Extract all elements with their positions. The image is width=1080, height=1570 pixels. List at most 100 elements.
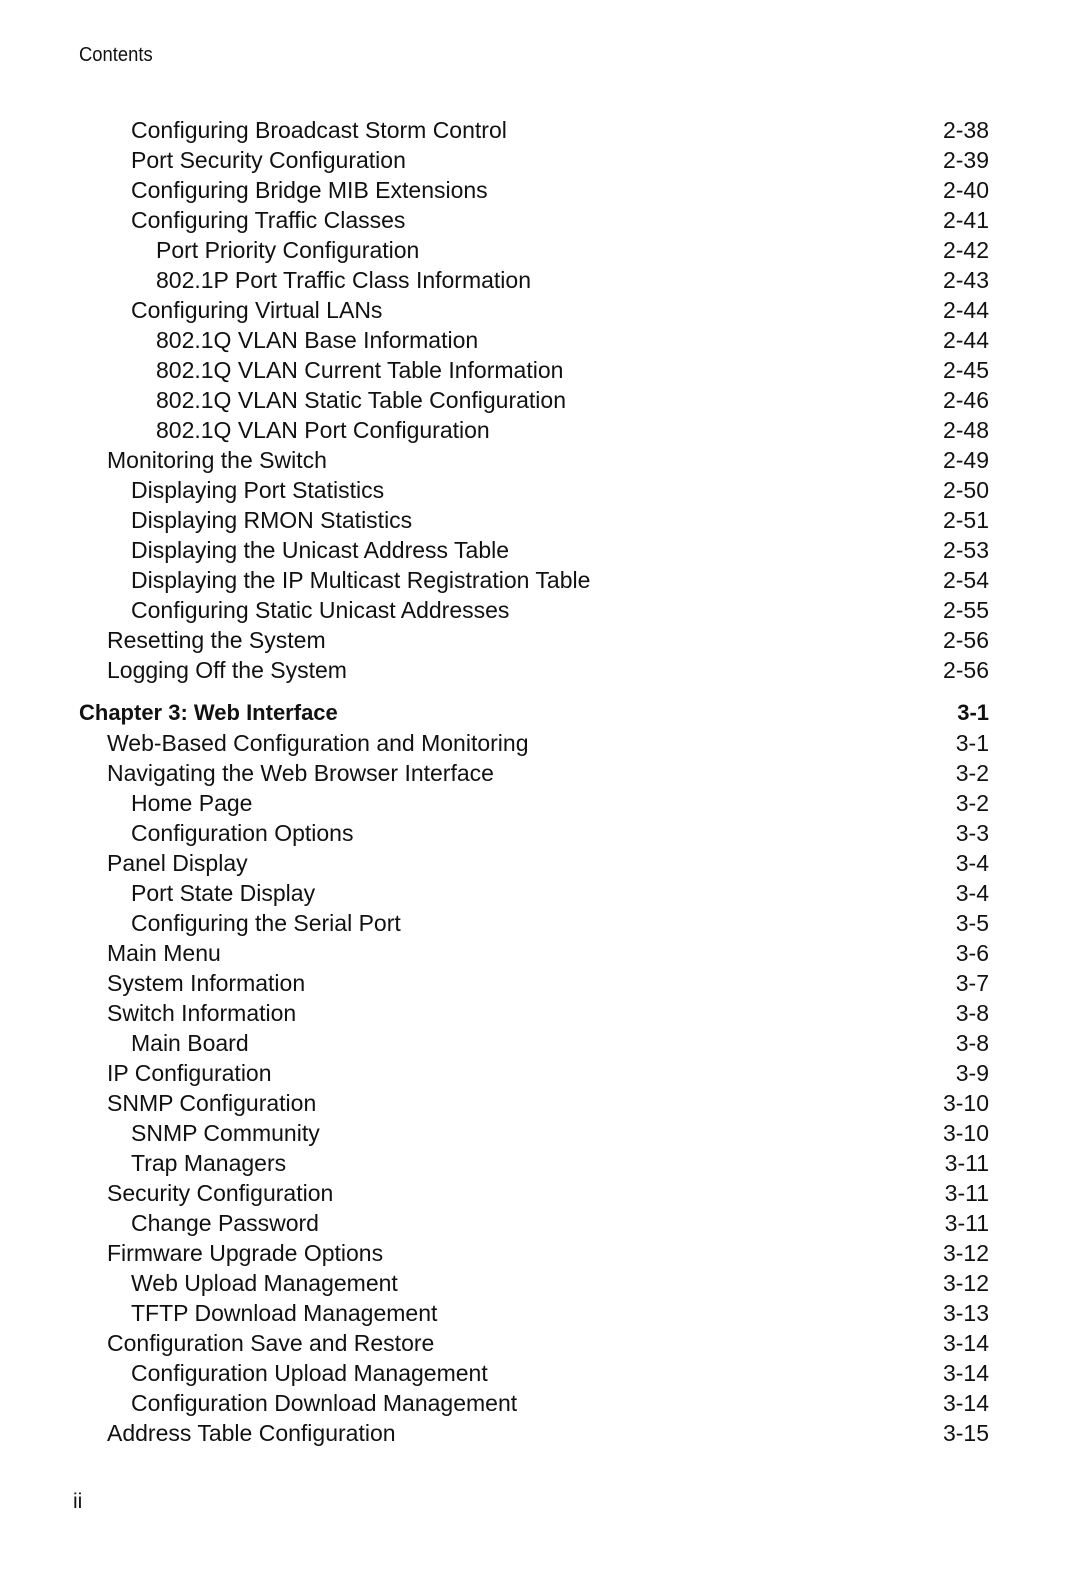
toc-entry-title: 802.1Q VLAN Current Table Information (156, 357, 564, 383)
toc-entry[interactable]: 802.1Q VLAN Base Information 2-44 (79, 325, 989, 355)
toc-entry[interactable]: Switch Information 3-8 (79, 998, 989, 1028)
toc-entry-title: Chapter 3: Web Interface (79, 700, 338, 725)
toc-entry-title: Displaying RMON Statistics (131, 507, 413, 533)
toc-entry[interactable]: 802.1P Port Traffic Class Information 2-4… (79, 265, 989, 295)
toc-entry-page: 3-2 (955, 760, 989, 786)
toc-entry[interactable]: Firmware Upgrade Options 3-12 (79, 1238, 989, 1268)
toc-entry-title: 802.1Q VLAN Base Information (156, 327, 479, 353)
toc-entry-page: 2-53 (942, 537, 989, 563)
toc-entry[interactable]: Resetting the System 2-56 (79, 625, 989, 655)
toc-entry[interactable]: Monitoring the Switch 2-49 (79, 445, 989, 475)
toc-entry-title: SNMP Community (131, 1120, 320, 1146)
toc-entry[interactable]: Configuration Download Management 3-14 (79, 1388, 989, 1418)
toc-entry-title: Configuration Save and Restore (107, 1330, 435, 1356)
toc-entry-page: 2-44 (942, 327, 989, 353)
toc-entry[interactable]: 802.1Q VLAN Port Configuration 2-48 (79, 415, 989, 445)
toc-entry[interactable]: Main Board 3-8 (79, 1028, 989, 1058)
toc-entry-page: 2-51 (942, 507, 989, 533)
toc-entry[interactable]: 802.1Q VLAN Static Table Configuration 2-… (79, 385, 989, 415)
toc-entry-page: 2-56 (942, 657, 989, 683)
toc-entry-title: Configuration Upload Management (131, 1360, 488, 1386)
toc-entry-title: System Information (107, 970, 306, 996)
toc-entry-title: Firmware Upgrade Options (107, 1240, 384, 1266)
toc-entry[interactable]: Configuring Static Unicast Addresses 2-55 (79, 595, 989, 625)
toc-entry[interactable]: Configuring Traffic Classes 2-41 (79, 205, 989, 235)
toc-entry-title: Configuration Download Management (131, 1390, 518, 1416)
toc-entry-title: Security Configuration (107, 1180, 334, 1206)
toc-entry-title: Displaying the IP Multicast Registration… (131, 567, 591, 593)
toc-entry-title: Switch Information (107, 1000, 297, 1026)
toc-entry-page: 2-39 (942, 147, 989, 173)
toc-entry-page: 3-8 (955, 1000, 989, 1026)
toc-entry[interactable]: Web-Based Configuration and Monitoring 3-… (79, 728, 989, 758)
toc-entry-page: 3-15 (942, 1420, 989, 1446)
toc-entry[interactable]: Web Upload Management 3-12 (79, 1268, 989, 1298)
toc-entry[interactable]: Configuring Broadcast Storm Control 2-38 (79, 115, 989, 145)
toc-entry-title: Address Table Configuration (107, 1420, 396, 1446)
toc-entry-title: Displaying Port Statistics (131, 477, 385, 503)
toc-entry-title: Configuration Options (131, 820, 354, 846)
toc-entry[interactable]: Panel Display 3-4 (79, 848, 989, 878)
toc-entry-page: 2-50 (942, 477, 989, 503)
toc-entry[interactable]: Displaying the IP Multicast Registration… (79, 565, 989, 595)
toc-entry[interactable]: Port State Display 3-4 (79, 878, 989, 908)
toc-entry[interactable]: Security Configuration 3-11 (79, 1178, 989, 1208)
toc-entry-page: 3-8 (955, 1030, 989, 1056)
toc-entry[interactable]: SNMP Community 3-10 (79, 1118, 989, 1148)
toc-entry-page: 3-14 (942, 1330, 989, 1356)
toc-entry-title: 802.1P Port Traffic Class Information (156, 267, 531, 293)
toc-chapter-entry[interactable]: Chapter 3: Web Interface 3-1 (79, 698, 989, 728)
toc-entry[interactable]: Port Priority Configuration 2-42 (79, 235, 989, 265)
toc-entry-title: Port State Display (131, 880, 316, 906)
toc-entry-page: 3-13 (942, 1300, 989, 1326)
toc-entry[interactable]: Address Table Configuration 3-15 (79, 1418, 989, 1448)
toc-entry-title: Configuring the Serial Port (131, 910, 401, 936)
toc-entry[interactable]: Configuration Upload Management 3-14 (79, 1358, 989, 1388)
toc-entry-title: Trap Managers (131, 1150, 287, 1176)
toc-entry[interactable]: Port Security Configuration 2-39 (79, 145, 989, 175)
toc-entry-title: Home Page (131, 790, 253, 816)
toc-entry[interactable]: Displaying RMON Statistics 2-51 (79, 505, 989, 535)
toc-entry-page: 3-1 (957, 700, 989, 725)
toc-entry-title: TFTP Download Management (131, 1300, 438, 1326)
toc-entry-title: Navigating the Web Browser Interface (107, 760, 494, 786)
toc-entry-title: Panel Display (107, 850, 248, 876)
toc-entry-title: Monitoring the Switch (107, 447, 327, 473)
toc-entry[interactable]: Configuring Bridge MIB Extensions 2-40 (79, 175, 989, 205)
running-header: Contents (79, 44, 153, 66)
toc-entry-title: SNMP Configuration (107, 1090, 317, 1116)
toc-entry-page: 2-54 (942, 567, 989, 593)
toc-entry-title: Configuring Static Unicast Addresses (131, 597, 510, 623)
toc-entry-title: IP Configuration (107, 1060, 272, 1086)
toc-entry[interactable]: Logging Off the System 2-56 (79, 655, 989, 685)
toc-entry[interactable]: Displaying the Unicast Address Table 2-53 (79, 535, 989, 565)
toc-entry-page: 3-1 (955, 730, 989, 756)
toc-entry[interactable]: Configuration Save and Restore 3-14 (79, 1328, 989, 1358)
toc-entry[interactable]: Configuration Options 3-3 (79, 818, 989, 848)
toc-entry[interactable]: Home Page 3-2 (79, 788, 989, 818)
toc-entry[interactable]: TFTP Download Management 3-13 (79, 1298, 989, 1328)
toc-entry[interactable]: 802.1Q VLAN Current Table Information 2-4… (79, 355, 989, 385)
toc-entry-page: 3-11 (944, 1180, 989, 1206)
toc-entry[interactable]: Displaying Port Statistics 2-50 (79, 475, 989, 505)
toc-entry-title: Displaying the Unicast Address Table (131, 537, 510, 563)
toc-entry[interactable]: System Information 3-7 (79, 968, 989, 998)
toc-entry-title: Web-Based Configuration and Monitoring (107, 730, 529, 756)
toc-entry-page: 2-42 (942, 237, 989, 263)
toc-entry[interactable]: SNMP Configuration 3-10 (79, 1088, 989, 1118)
toc-entry-title: Port Priority Configuration (156, 237, 420, 263)
toc-entry-page: 2-44 (942, 297, 989, 323)
toc-entry-title: Main Menu (107, 940, 221, 966)
toc-entry-page: 2-49 (942, 447, 989, 473)
toc-entry[interactable]: Trap Managers 3-11 (79, 1148, 989, 1178)
toc-entry[interactable]: Change Password 3-11 (79, 1208, 989, 1238)
toc-entry[interactable]: Main Menu 3-6 (79, 938, 989, 968)
toc-entry[interactable]: Navigating the Web Browser Interface 3-2 (79, 758, 989, 788)
toc-entry-page: 3-14 (942, 1360, 989, 1386)
toc-entry[interactable]: Configuring the Serial Port 3-5 (79, 908, 989, 938)
toc-entry-page: 3-2 (955, 790, 989, 816)
toc-entry-title: Configuring Bridge MIB Extensions (131, 177, 488, 203)
toc-entry[interactable]: IP Configuration 3-9 (79, 1058, 989, 1088)
table-of-contents: Configuring Broadcast Storm Control 2-38 P… (79, 115, 989, 1448)
toc-entry[interactable]: Configuring Virtual LANs 2-44 (79, 295, 989, 325)
